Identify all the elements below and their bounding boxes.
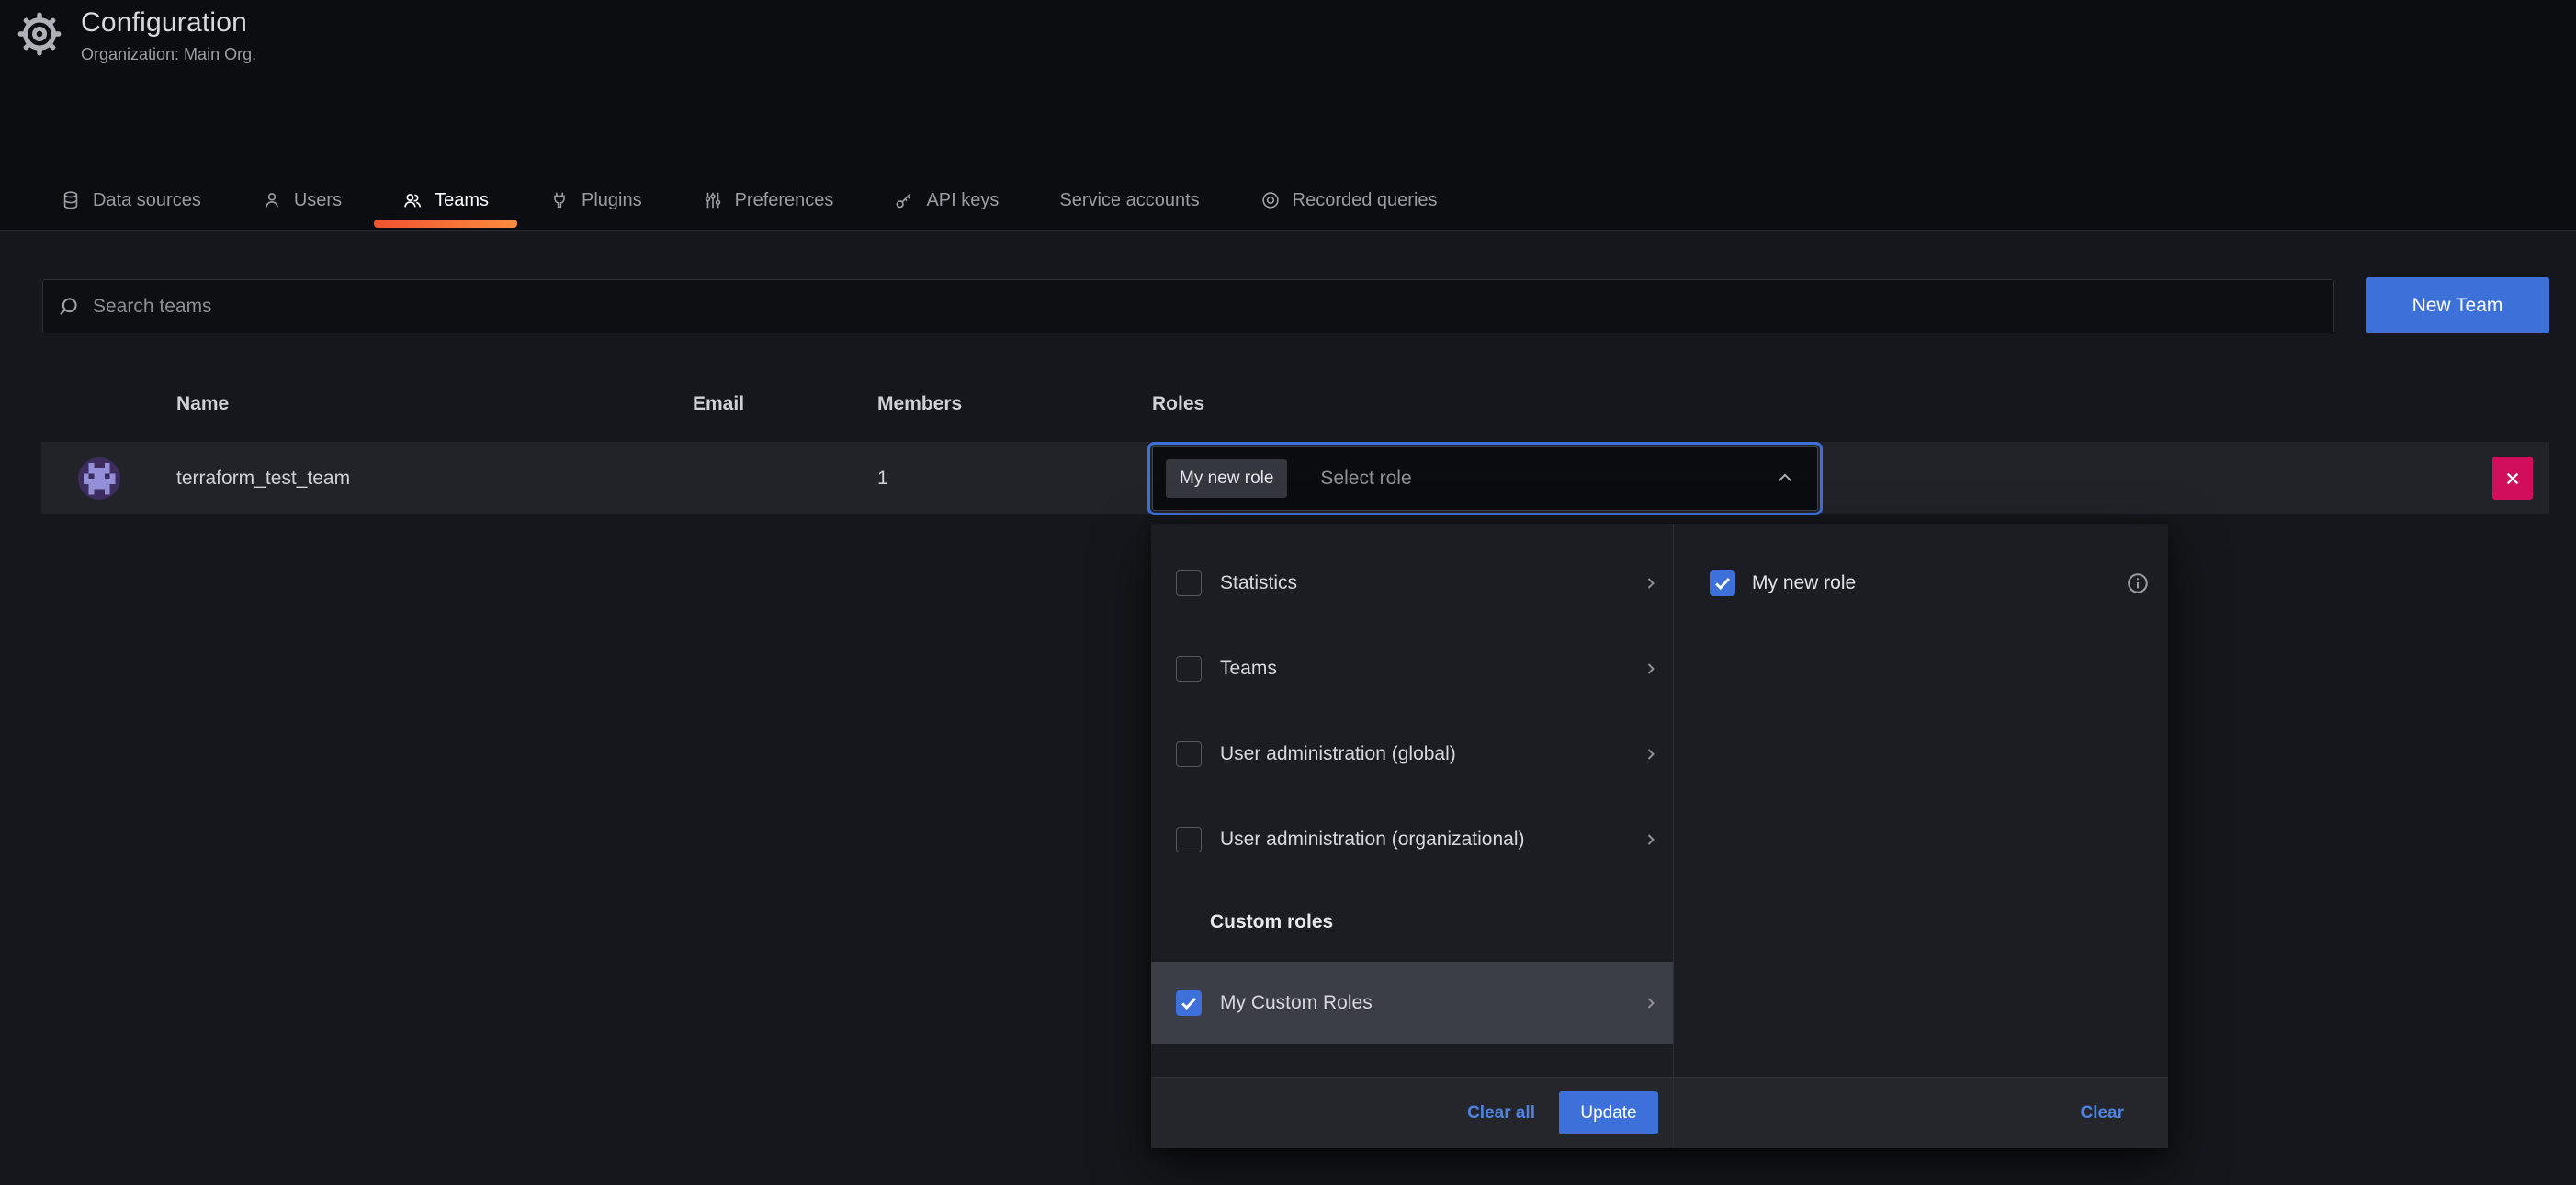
database-icon [61, 190, 81, 210]
page-title: Configuration [81, 7, 256, 39]
roles-submenu-panel: My new role Clear [1674, 524, 2168, 1148]
submenu-footer: Clear [1674, 1077, 2168, 1148]
role-groups-list: Statistics Teams User administration (gl… [1151, 524, 1673, 1077]
role-group-label: Statistics [1220, 572, 1297, 594]
checkbox-checked[interactable] [1710, 570, 1735, 596]
role-item-label: My new role [1752, 572, 1856, 594]
plug-icon [549, 190, 570, 210]
chevron-right-icon [1642, 660, 1660, 678]
role-picker-placeholder: Select role [1320, 468, 1742, 490]
tab-users[interactable]: Users [232, 171, 372, 230]
custom-roles-section-header: Custom roles [1151, 882, 1673, 962]
tab-teams[interactable]: Teams [372, 171, 519, 230]
teams-table: Name Email Members Roles [41, 381, 2549, 514]
role-group-label: User administration (global) [1220, 743, 1456, 765]
chevron-right-icon [1642, 830, 1660, 849]
team-name[interactable]: terraform_test_team [176, 468, 693, 490]
actions-cell [2492, 457, 2549, 500]
tab-label: API keys [926, 190, 999, 211]
tab-service-accounts[interactable]: Service accounts [1029, 171, 1229, 230]
column-header-members: Members [877, 393, 1152, 415]
check-icon [1179, 993, 1199, 1013]
roles-submenu-list: My new role [1674, 524, 2168, 1077]
tab-label: Teams [435, 190, 489, 211]
clear-button[interactable]: Clear [2080, 1103, 2124, 1123]
team-avatar-cell [41, 457, 176, 500]
dropdown-footer: Clear all Update [1151, 1077, 1673, 1148]
table-header-row: Name Email Members Roles [41, 381, 2549, 427]
team-avatar[interactable] [78, 457, 120, 500]
role-group-teams[interactable]: Teams [1151, 626, 1673, 711]
search-input[interactable] [93, 296, 2321, 318]
tab-label: Recorded queries [1293, 190, 1438, 211]
roles-cell: My new role Select role [1152, 446, 2492, 511]
checkbox-checked[interactable] [1176, 990, 1202, 1016]
check-icon [1712, 573, 1733, 593]
tab-plugins[interactable]: Plugins [519, 171, 672, 230]
role-group-statistics[interactable]: Statistics [1151, 540, 1673, 626]
tab-label: Users [294, 190, 342, 211]
sliders-icon [703, 190, 723, 210]
tab-preferences[interactable]: Preferences [672, 171, 864, 230]
role-groups-panel: Statistics Teams User administration (gl… [1151, 524, 1674, 1148]
role-group-label: Teams [1220, 658, 1277, 680]
role-group-label: User administration (organizational) [1220, 829, 1524, 851]
clear-all-button[interactable]: Clear all [1467, 1103, 1535, 1123]
record-icon [1260, 190, 1281, 210]
tab-api-keys[interactable]: API keys [864, 171, 1029, 230]
chevron-up-icon[interactable] [1775, 468, 1795, 489]
role-group-user-admin-org[interactable]: User administration (organizational) [1151, 796, 1673, 882]
chevron-right-icon [1642, 994, 1660, 1012]
role-item-my-new-role[interactable]: My new role [1674, 540, 2168, 626]
new-team-button[interactable]: New Team [2366, 277, 2549, 333]
role-group-my-custom-roles[interactable]: My Custom Roles [1151, 962, 1673, 1044]
user-icon [262, 190, 282, 210]
tab-label: Preferences [735, 190, 834, 211]
role-picker-input[interactable]: My new role Select role [1152, 446, 1818, 511]
toolbar: New Team [41, 277, 2549, 333]
role-group-label: My Custom Roles [1220, 992, 1373, 1014]
checkbox-unchecked[interactable] [1176, 741, 1202, 767]
column-header-name: Name [176, 393, 693, 415]
tab-label: Plugins [582, 190, 642, 211]
tab-bar: Data sources Users Teams Plugin [30, 171, 1468, 230]
search-box [42, 279, 2334, 333]
tab-label: Service accounts [1059, 190, 1199, 211]
column-header-email: Email [693, 393, 877, 415]
role-picker-dropdown: Statistics Teams User administration (gl… [1151, 524, 2168, 1148]
info-icon[interactable] [2126, 571, 2150, 595]
tab-recorded-queries[interactable]: Recorded queries [1230, 171, 1468, 230]
update-button[interactable]: Update [1559, 1091, 1658, 1134]
column-header-roles: Roles [1152, 393, 2492, 415]
key-icon [894, 190, 914, 210]
active-tab-indicator [374, 220, 517, 228]
users-icon [402, 190, 423, 210]
selected-role-tag[interactable]: My new role [1166, 459, 1287, 498]
role-group-user-admin-global[interactable]: User administration (global) [1151, 711, 1673, 796]
chevron-right-icon [1642, 574, 1660, 592]
header-text: Configuration Organization: Main Org. [81, 7, 256, 64]
checkbox-unchecked[interactable] [1176, 656, 1202, 682]
table-row: terraform_test_team 1 My new role Select… [41, 442, 2549, 514]
search-icon [56, 295, 80, 319]
top-header-area: Configuration Organization: Main Org. Da… [0, 0, 2576, 231]
team-members-count: 1 [877, 468, 1152, 490]
delete-team-button[interactable] [2492, 457, 2533, 500]
tab-data-sources[interactable]: Data sources [30, 171, 232, 230]
page-subtitle: Organization: Main Org. [81, 45, 256, 64]
tab-label: Data sources [93, 190, 201, 211]
close-icon [2503, 469, 2522, 488]
checkbox-unchecked[interactable] [1176, 827, 1202, 852]
gear-icon [17, 11, 62, 57]
checkbox-unchecked[interactable] [1176, 570, 1202, 596]
chevron-right-icon [1642, 745, 1660, 763]
page-header: Configuration Organization: Main Org. [0, 0, 2576, 119]
